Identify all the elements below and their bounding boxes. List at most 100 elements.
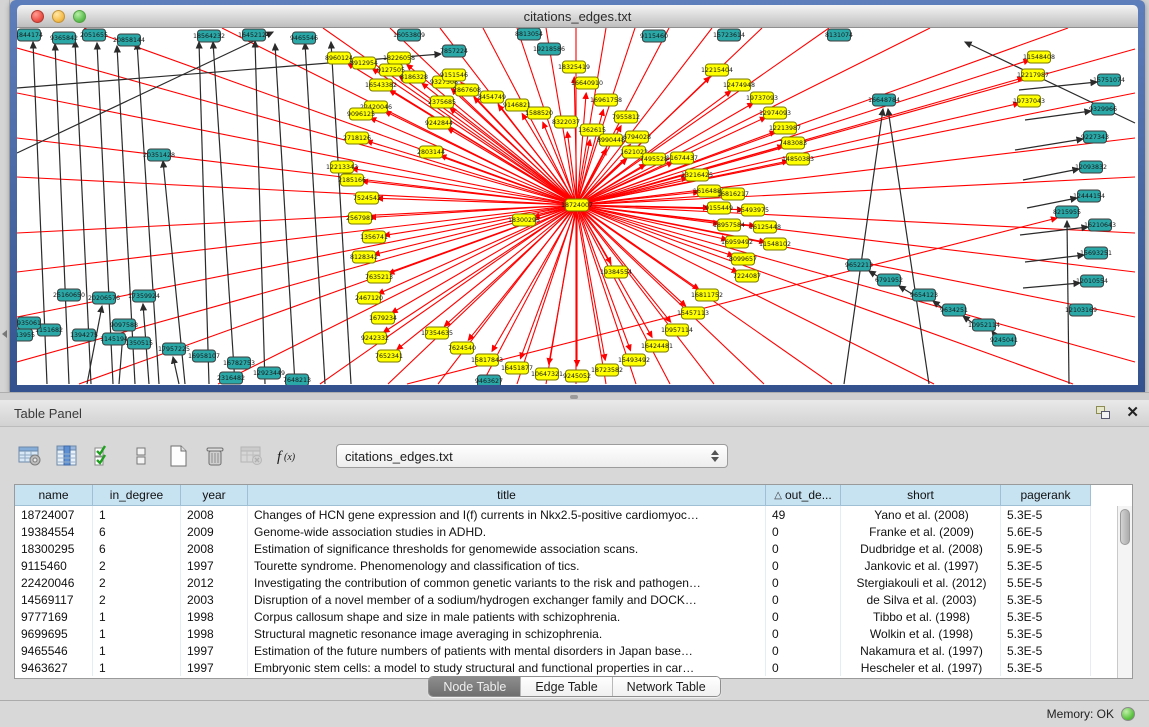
network-node[interactable]: 18325419 — [558, 61, 590, 73]
panel-splitter[interactable] — [0, 392, 1149, 400]
network-node[interactable]: 11548102 — [759, 238, 791, 250]
network-node[interactable]: 1145194 — [100, 333, 128, 345]
network-node[interactable]: 10647321 — [531, 368, 563, 380]
network-node[interactable]: 2567981 — [346, 212, 374, 224]
close-panel-icon[interactable]: ✕ — [1126, 406, 1139, 420]
table-cell[interactable]: Corpus callosum shape and size in male p… — [248, 608, 766, 625]
table-row[interactable]: 946554611997Estimation of the future num… — [15, 642, 1132, 659]
table-cell[interactable]: 2009 — [181, 523, 248, 540]
table-cell[interactable]: 2008 — [181, 506, 248, 523]
network-node[interactable]: 8131074 — [825, 29, 853, 41]
network-node[interactable]: 7652341 — [375, 350, 403, 362]
table-cell[interactable]: Dudbridge et al. (2008) — [841, 540, 1001, 557]
network-node[interactable]: 16648784 — [868, 94, 900, 106]
network-node[interactable]: 16958107 — [188, 350, 220, 362]
table-cell[interactable]: 9115460 — [15, 557, 93, 574]
table-cell[interactable]: 6 — [93, 523, 181, 540]
network-node[interactable]: 8912954 — [350, 57, 378, 69]
table-cell[interactable]: 9465546 — [15, 642, 93, 659]
table-cell[interactable]: Estimation of the future numbers of pati… — [248, 642, 766, 659]
network-node[interactable]: 19737093 — [746, 92, 778, 104]
network-node[interactable]: 12444154 — [1073, 190, 1105, 202]
network-node[interactable]: 12213343 — [326, 161, 358, 173]
side-panel-collapse-handle[interactable] — [0, 0, 10, 393]
network-node[interactable]: 7635213 — [365, 271, 393, 283]
table-cell[interactable]: Estimation of significance thresholds fo… — [248, 540, 766, 557]
table-cell[interactable]: 0 — [766, 642, 841, 659]
network-node[interactable]: 16811752 — [691, 289, 723, 301]
network-node[interactable]: 7955812 — [612, 111, 640, 123]
network-node[interactable]: 12103169 — [1065, 304, 1097, 316]
table-cell[interactable]: 1 — [93, 608, 181, 625]
table-cell[interactable]: Tourette syndrome. Phenomenology and cla… — [248, 557, 766, 574]
network-node[interactable]: 1394275 — [70, 329, 98, 341]
network-node[interactable]: 16640910 — [571, 77, 603, 89]
table-cell[interactable]: 1998 — [181, 625, 248, 642]
network-node[interactable]: 2051655 — [80, 29, 108, 41]
table-cell[interactable]: 1997 — [181, 642, 248, 659]
table-cell[interactable]: 1 — [93, 625, 181, 642]
network-node[interactable]: 7483083 — [779, 137, 807, 149]
table-cell[interactable]: 0 — [766, 659, 841, 676]
table-row[interactable]: 969969511998Structural magnetic resonanc… — [15, 625, 1132, 642]
table-cell[interactable]: Hescheler et al. (1997) — [841, 659, 1001, 676]
table-row[interactable]: 946362711997Embryonic stem cells: a mode… — [15, 659, 1132, 676]
table-row[interactable]: 1830029562008Estimation of significance … — [15, 540, 1132, 557]
table-cell[interactable]: 19384554 — [15, 523, 93, 540]
table-cell[interactable]: 1 — [93, 506, 181, 523]
network-node[interactable]: 10957114 — [661, 324, 693, 336]
table-cell[interactable]: Changes of HCN gene expression and I(f) … — [248, 506, 766, 523]
network-node[interactable]: 2467120 — [355, 292, 383, 304]
network-node[interactable]: 1679234 — [369, 312, 397, 324]
network-node[interactable]: 9227343 — [1081, 131, 1109, 143]
network-node[interactable]: 10952114 — [968, 319, 1000, 331]
network-node[interactable]: 8322037 — [552, 116, 580, 128]
network-node[interactable]: 8990448 — [597, 134, 625, 146]
network-node[interactable]: 18957584 — [713, 219, 745, 231]
network-node[interactable]: 9329966 — [1089, 103, 1117, 115]
network-node[interactable]: 15493975 — [737, 204, 769, 216]
network-node[interactable]: 18300295 — [508, 214, 540, 226]
network-node[interactable]: 9245041 — [990, 334, 1018, 346]
network-node[interactable]: 16210643 — [1084, 219, 1116, 231]
table-cell[interactable]: 9463627 — [15, 659, 93, 676]
table-cell[interactable]: 1 — [93, 659, 181, 676]
network-node[interactable]: 16451877 — [501, 362, 533, 374]
table-cell[interactable]: 2003 — [181, 591, 248, 608]
network-node[interactable]: 12093832 — [1075, 161, 1107, 173]
network-node[interactable]: 6794028 — [623, 131, 651, 143]
network-node[interactable]: 8813054 — [515, 28, 543, 40]
table-scrollbar[interactable] — [1117, 506, 1132, 678]
network-node[interactable]: 9465546 — [290, 32, 318, 44]
network-node[interactable]: 14850383 — [782, 153, 814, 165]
network-node[interactable]: 15751074 — [1093, 74, 1125, 86]
network-canvas[interactable]: 8960124891295418226058912750516543382818… — [17, 28, 1138, 385]
network-node[interactable]: 7224087 — [733, 270, 761, 282]
table-row[interactable]: 911546021997Tourette syndrome. Phenomeno… — [15, 557, 1132, 574]
network-node[interactable]: 9151546 — [440, 69, 468, 81]
network-node[interactable]: 12217987 — [1017, 69, 1049, 81]
network-node[interactable]: 15457113 — [677, 307, 709, 319]
table-row[interactable]: 977716911998Corpus callosum shape and si… — [15, 608, 1132, 625]
table-cell[interactable]: Embryonic stem cells: a model to study s… — [248, 659, 766, 676]
table-cell[interactable]: Structural magnetic resonance image aver… — [248, 625, 766, 642]
table-cell[interactable]: 5.3E-5 — [1001, 659, 1091, 676]
table-cell[interactable]: 6 — [93, 540, 181, 557]
network-node[interactable]: 9097588 — [110, 319, 138, 331]
network-node[interactable]: 9096125 — [347, 108, 375, 120]
table-cell[interactable]: 18724007 — [15, 506, 93, 523]
table-cell[interactable]: 0 — [766, 591, 841, 608]
network-node[interactable]: 16452124 — [238, 29, 270, 41]
table-cell[interactable]: 1997 — [181, 557, 248, 574]
table-cell[interactable]: Genome-wide association studies in ADHD. — [248, 523, 766, 540]
network-node[interactable]: 17354635 — [421, 327, 453, 339]
function-builder-icon[interactable]: f(x) — [275, 442, 303, 470]
table-mode-icon[interactable] — [16, 442, 44, 470]
table-cell[interactable]: 14569117 — [15, 591, 93, 608]
network-node[interactable]: 9242332 — [361, 332, 389, 344]
network-node[interactable]: 16424481 — [641, 340, 673, 352]
table-cell[interactable]: Nakamura et al. (1997) — [841, 642, 1001, 659]
network-node[interactable]: 9634251 — [940, 304, 968, 316]
network-node[interactable]: 9155449 — [705, 202, 733, 214]
table-cell[interactable]: Investigating the contribution of common… — [248, 574, 766, 591]
